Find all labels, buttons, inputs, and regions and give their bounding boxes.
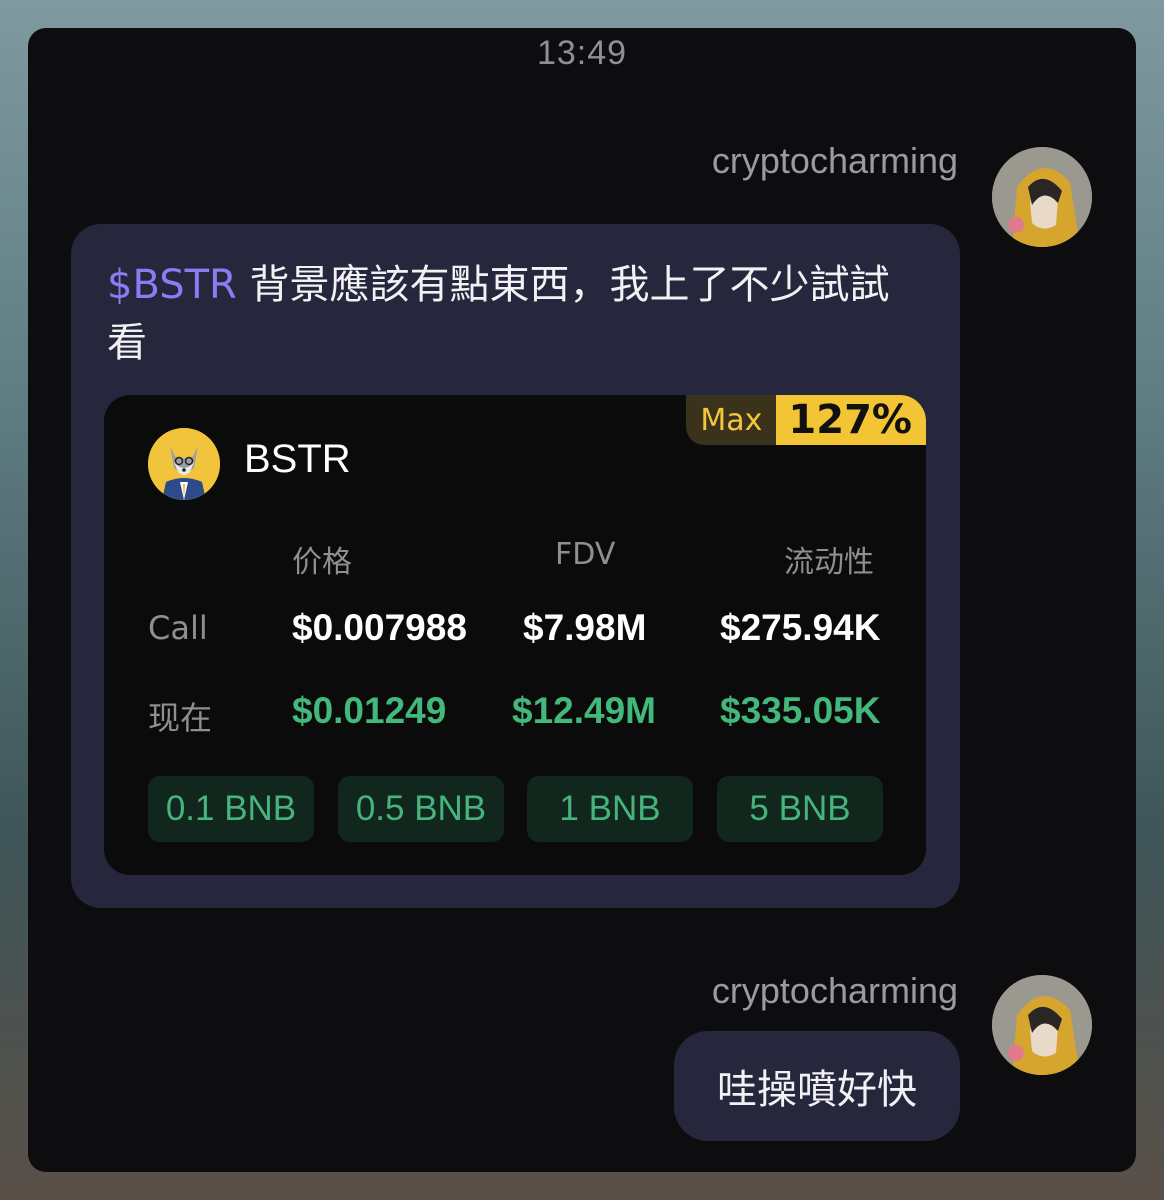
call-fdv: $7.98M xyxy=(523,607,647,648)
column-header-price: 价格 xyxy=(292,545,352,580)
call-price: $0.007988 xyxy=(292,607,467,648)
wolf-logo-icon xyxy=(148,428,220,500)
call-liquidity: $275.94K xyxy=(720,607,881,648)
max-gain-badge: Max 127% xyxy=(686,395,926,445)
sender-name[interactable]: cryptocharming xyxy=(712,140,958,182)
now-price: $0.01249 xyxy=(292,690,447,731)
buy-1-bnb-button[interactable]: 1 BNB xyxy=(527,776,693,842)
buy-5-bnb-button[interactable]: 5 BNB xyxy=(717,776,883,842)
column-header-fdv: FDV xyxy=(555,537,616,572)
token-call-card[interactable]: Max 127% BSTR 价格 FDV 流动性 Call $0.007988 … xyxy=(104,395,926,875)
user-avatar[interactable] xyxy=(992,147,1092,247)
max-value: 127% xyxy=(776,395,926,445)
message-text: $BSTR 背景應該有點東西，我上了不少試試看 xyxy=(107,256,920,372)
row-label-call: Call xyxy=(148,609,208,647)
chat-window: 13:49 cryptocharming $BSTR 背景應該有點東西，我上了不… xyxy=(28,28,1136,1172)
message-timestamp: 13:49 xyxy=(536,34,628,72)
buy-0-1-bnb-button[interactable]: 0.1 BNB xyxy=(148,776,314,842)
token-name: BSTR xyxy=(244,437,351,481)
message-bubble[interactable]: 哇操噴好快 xyxy=(674,1031,960,1141)
message-text: 哇操噴好快 xyxy=(717,1067,917,1113)
max-label: Max xyxy=(686,395,777,445)
avatar-image xyxy=(992,975,1092,1075)
column-header-liquidity: 流动性 xyxy=(784,545,874,580)
message-bubble[interactable]: $BSTR 背景應該有點東西，我上了不少試試看 Max 127% BSTR 价格… xyxy=(71,224,960,908)
buy-0-5-bnb-button[interactable]: 0.5 BNB xyxy=(338,776,504,842)
row-label-now: 现在 xyxy=(148,699,213,737)
user-avatar[interactable] xyxy=(992,975,1092,1075)
avatar-image xyxy=(992,147,1092,247)
ticker-link[interactable]: $BSTR xyxy=(107,262,237,308)
now-liquidity: $335.05K xyxy=(720,690,881,731)
token-logo xyxy=(148,428,220,500)
sender-name[interactable]: cryptocharming xyxy=(712,970,958,1012)
now-fdv: $12.49M xyxy=(512,690,656,731)
